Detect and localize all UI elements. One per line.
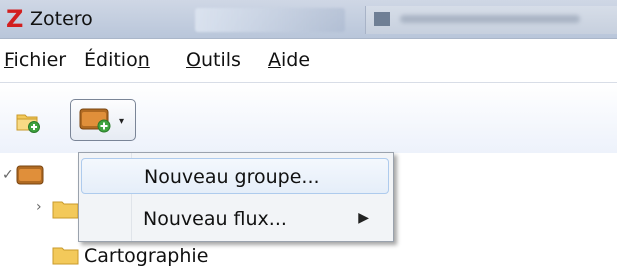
tree-item-label: Cartographie bbox=[84, 245, 209, 267]
library-icon bbox=[16, 165, 44, 185]
menu-item-nouveau-flux[interactable]: Nouveau flux... ▶ bbox=[81, 201, 389, 237]
menu-item-label: Nouveau groupe... bbox=[144, 166, 320, 188]
folder-icon bbox=[52, 201, 79, 219]
menu-fichier[interactable]: Fichier bbox=[4, 49, 66, 71]
zotero-logo-icon: Z bbox=[6, 5, 24, 33]
title-bar: Z Zotero bbox=[0, 0, 617, 39]
menu-outils[interactable]: Outils bbox=[186, 49, 241, 71]
toolbar: ▾ bbox=[0, 83, 617, 153]
window-title: Zotero bbox=[30, 8, 93, 30]
chevron-down-icon[interactable]: ▾ bbox=[119, 116, 124, 127]
blurred-titlebar-area bbox=[195, 8, 345, 32]
tree-row-library[interactable]: ✓ bbox=[0, 163, 80, 193]
folder-icon bbox=[52, 247, 79, 265]
menu-bar: Fichier Édition Outils Aide bbox=[0, 39, 617, 83]
menu-item-nouveau-groupe[interactable]: Nouveau groupe... bbox=[81, 158, 389, 194]
menu-aide[interactable]: Aide bbox=[268, 49, 310, 71]
tree-row-collection[interactable]: › bbox=[0, 195, 80, 225]
blurred-taskbar-window bbox=[365, 6, 617, 34]
menu-edition[interactable]: Édition bbox=[84, 49, 150, 71]
menu-item-label: Nouveau flux... bbox=[143, 208, 287, 230]
new-library-menu: Nouveau groupe... Nouveau flux... ▶ bbox=[78, 152, 394, 242]
new-library-button[interactable]: ▾ bbox=[70, 99, 136, 141]
tree-row-cartographie[interactable]: Cartographie bbox=[0, 241, 260, 271]
expanded-twisty-icon[interactable]: ✓ bbox=[2, 167, 14, 183]
library-add-icon bbox=[79, 108, 111, 133]
collapsed-twisty-icon[interactable]: › bbox=[36, 199, 42, 215]
submenu-arrow-icon: ▶ bbox=[358, 210, 369, 226]
new-collection-button[interactable] bbox=[16, 110, 42, 134]
folder-add-icon bbox=[16, 114, 40, 133]
